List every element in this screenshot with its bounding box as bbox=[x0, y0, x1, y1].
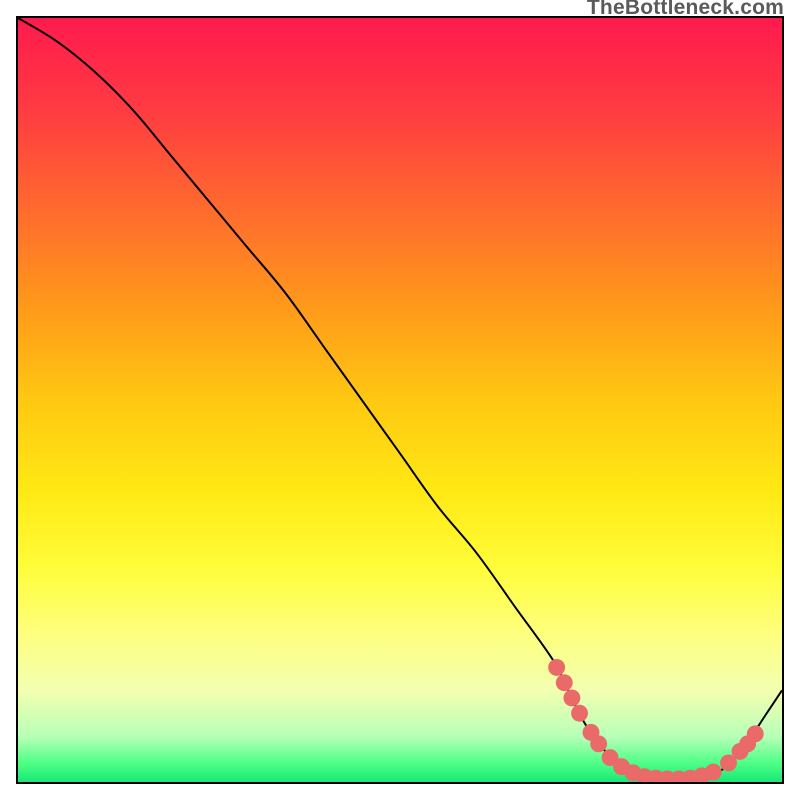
curve-marker bbox=[556, 674, 573, 691]
curve-marker bbox=[590, 735, 607, 752]
plot-area bbox=[16, 16, 784, 784]
curve-marker bbox=[548, 659, 565, 676]
curve-marker bbox=[705, 764, 722, 781]
marker-group bbox=[548, 659, 764, 782]
bottleneck-curve-line bbox=[18, 18, 782, 780]
chart-canvas: TheBottleneck.com bbox=[0, 0, 800, 800]
curve-marker bbox=[563, 690, 580, 707]
chart-overlay bbox=[18, 18, 782, 782]
curve-marker bbox=[747, 725, 764, 742]
curve-marker bbox=[571, 705, 588, 722]
